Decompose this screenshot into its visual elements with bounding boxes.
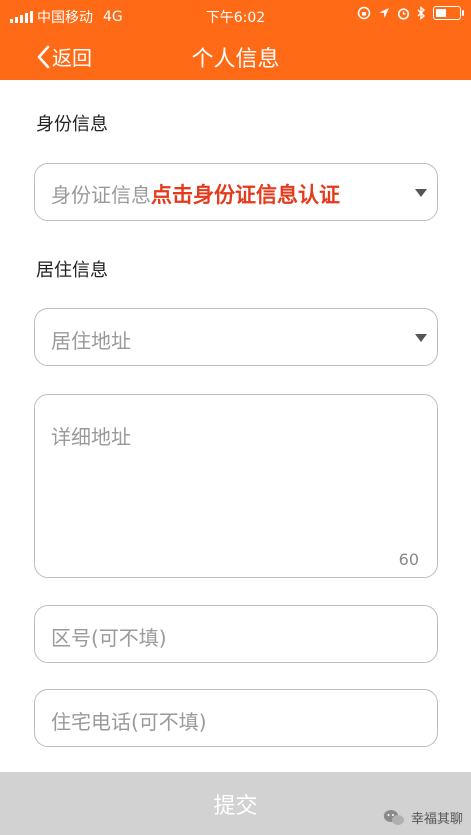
home-phone-placeholder: 住宅电话(可不填) (51, 710, 207, 734)
watermark: 幸福其聊 (383, 808, 463, 827)
dropdown-caret-icon (415, 189, 427, 197)
residence-address-select[interactable]: 居住地址 (34, 308, 438, 366)
detail-address-textarea[interactable]: 详细地址 60 (34, 394, 438, 578)
orientation-lock-icon (357, 6, 371, 20)
location-icon (379, 8, 389, 18)
bluetooth-icon (417, 6, 426, 20)
home-phone-input[interactable]: 住宅电话(可不填) (34, 689, 438, 747)
nav-bar: 返回 个人信息 (0, 30, 471, 80)
residence-section-label: 居住信息 (36, 260, 108, 281)
identity-section-label: 身份信息 (36, 114, 108, 135)
wechat-icon (383, 809, 404, 825)
alarm-icon (397, 7, 410, 20)
area-code-placeholder: 区号(可不填) (51, 626, 167, 650)
watermark-text: 幸福其聊 (410, 812, 463, 827)
status-right (357, 6, 464, 20)
id-card-placeholder: 身份证信息 (51, 183, 151, 207)
battery-icon (433, 6, 464, 20)
page-title: 个人信息 (191, 47, 280, 72)
dropdown-caret-icon (415, 334, 427, 342)
char-counter: 60 (398, 550, 419, 569)
detail-address-placeholder: 详细地址 (51, 425, 131, 449)
id-card-select-text: 身份证信息点击身份证信息认证 (51, 179, 340, 209)
id-card-verify-link[interactable]: 点击身份证信息认证 (151, 183, 340, 207)
status-bar: 中国移动 4G 下午6:02 (0, 0, 471, 30)
submit-label: 提交 (213, 793, 258, 819)
id-card-select[interactable]: 身份证信息点击身份证信息认证 (34, 163, 438, 221)
residence-address-placeholder: 居住地址 (51, 329, 131, 353)
area-code-input[interactable]: 区号(可不填) (34, 605, 438, 663)
